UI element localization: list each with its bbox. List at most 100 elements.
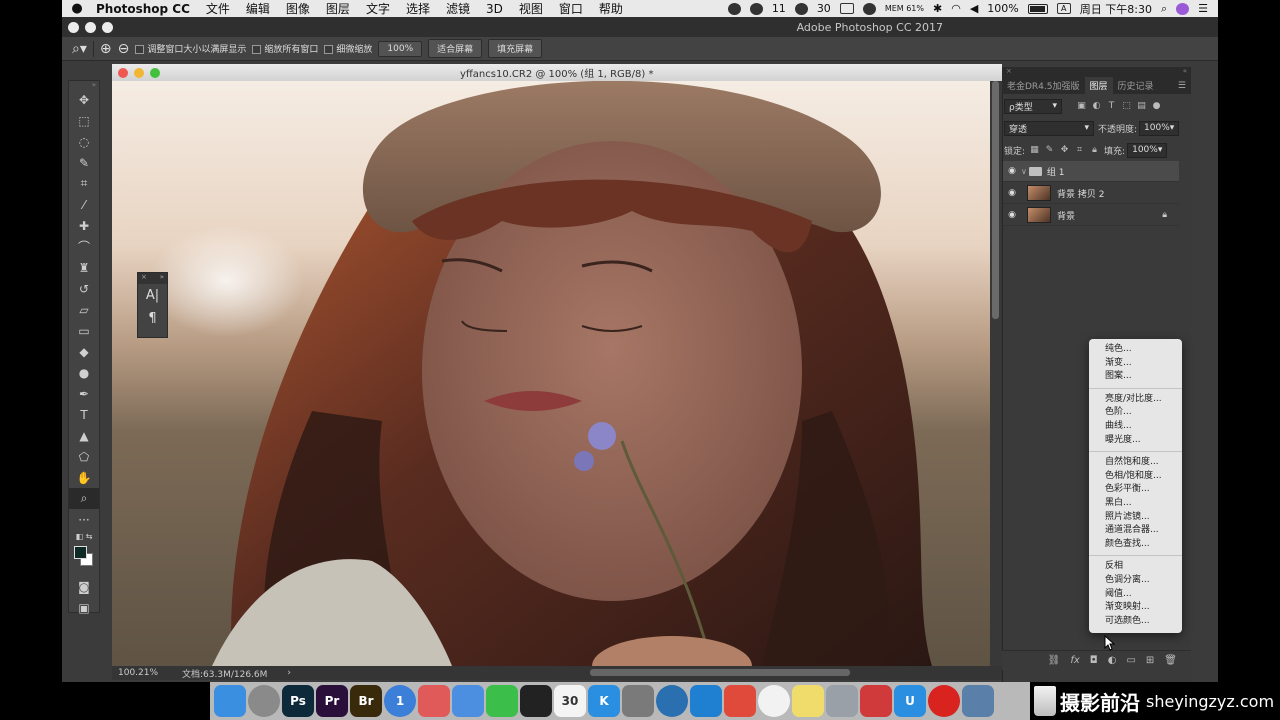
- menu-file[interactable]: 文件: [198, 0, 238, 17]
- history-brush-tool-icon[interactable]: ↺: [69, 278, 99, 299]
- more-tools-icon[interactable]: ···: [69, 509, 99, 530]
- brush-tool-icon[interactable]: ⌒: [69, 236, 99, 257]
- lock-all-icon[interactable]: 🔒︎: [1089, 145, 1100, 156]
- menu-item-color-lookup[interactable]: 颜色查找...: [1089, 538, 1182, 552]
- quick-select-tool-icon[interactable]: ✎: [69, 152, 99, 173]
- premiere-icon[interactable]: Pr: [316, 685, 348, 717]
- panel-menu-icon[interactable]: ☰: [1178, 77, 1191, 94]
- toolbar-collapse-icon[interactable]: »: [69, 81, 99, 89]
- fit-screen-button[interactable]: 适合屏幕: [428, 39, 483, 58]
- menu-item-selective-color[interactable]: 可选颜色...: [1089, 615, 1182, 629]
- menu-app-name[interactable]: Photoshop CC: [92, 2, 198, 16]
- zoom-out-icon[interactable]: ⊖: [118, 41, 130, 57]
- battery-icon[interactable]: [1027, 3, 1048, 14]
- baidu-icon[interactable]: [452, 685, 484, 717]
- mindnode-icon[interactable]: [690, 685, 722, 717]
- visibility-eye-icon[interactable]: ◉: [1003, 166, 1021, 176]
- layer-name[interactable]: 组 1: [1047, 165, 1065, 178]
- kugou-icon[interactable]: K: [588, 685, 620, 717]
- menu-image[interactable]: 图像: [278, 0, 318, 17]
- new-group-icon[interactable]: ▭: [1126, 655, 1135, 666]
- menu-item-pattern[interactable]: 图案...: [1089, 370, 1182, 384]
- menu-item-threshold[interactable]: 阈值...: [1089, 588, 1182, 602]
- menu-3d[interactable]: 3D: [478, 2, 511, 16]
- tray-cpu-mem[interactable]: MEM 61%: [885, 4, 924, 13]
- tray-app-icon[interactable]: [727, 2, 741, 15]
- gradient-tool-icon[interactable]: ▭: [69, 320, 99, 341]
- calendar-icon[interactable]: 30: [554, 685, 586, 717]
- finder-icon[interactable]: [214, 685, 246, 717]
- doc-close-button[interactable]: [118, 67, 128, 78]
- panel-dock-collapse-icon[interactable]: «: [1183, 67, 1187, 77]
- blur-tool-icon[interactable]: ◆: [69, 341, 99, 362]
- notes-icon[interactable]: [792, 685, 824, 717]
- group-expand-chevron-icon[interactable]: ∨: [1021, 167, 1027, 176]
- opacity-field[interactable]: 100% ▾: [1139, 120, 1180, 136]
- menu-item-photo-filter[interactable]: 照片滤镜...: [1089, 511, 1182, 525]
- filter-type-icon[interactable]: T: [1106, 101, 1117, 112]
- system-prefs-icon[interactable]: [622, 685, 654, 717]
- layer-filter-kind[interactable]: ρ类型 ▾: [1004, 98, 1062, 114]
- filter-smart-object-icon[interactable]: ▤: [1136, 101, 1147, 112]
- zoom-all-windows-option[interactable]: 缩放所有窗口: [252, 42, 318, 55]
- menu-select[interactable]: 选择: [398, 0, 438, 17]
- netease-music-icon[interactable]: [928, 685, 960, 717]
- menu-item-brightness-contrast[interactable]: 亮度/对比度...: [1089, 393, 1182, 407]
- scrubby-zoom-checkbox[interactable]: [324, 44, 334, 54]
- path-select-tool-icon[interactable]: ▲: [69, 425, 99, 446]
- app-zoom-button[interactable]: [102, 21, 113, 33]
- hand-tool-icon[interactable]: ✋: [69, 467, 99, 488]
- siri-icon[interactable]: [1176, 2, 1190, 15]
- launchpad-icon[interactable]: [248, 685, 280, 717]
- menu-item-black-white[interactable]: 黑白...: [1089, 497, 1182, 511]
- zoom-tool-preset-icon[interactable]: ⌕▾: [72, 41, 87, 57]
- wechat-icon[interactable]: [486, 685, 518, 717]
- mail-icon[interactable]: [724, 685, 756, 717]
- tab-dr45[interactable]: 老金DR4.5加强版: [1002, 77, 1085, 94]
- menu-window[interactable]: 窗口: [551, 0, 591, 17]
- menu-item-solid-color[interactable]: 纯色...: [1089, 343, 1182, 357]
- filter-pixel-icon[interactable]: ▣: [1076, 101, 1087, 112]
- dodge-tool-icon[interactable]: ●: [69, 362, 99, 383]
- menu-filter[interactable]: 滤镜: [438, 0, 478, 17]
- menu-layer[interactable]: 图层: [318, 0, 358, 17]
- marquee-tool-icon[interactable]: ⬚: [69, 110, 99, 131]
- utilities-icon[interactable]: [826, 685, 858, 717]
- volume-icon[interactable]: ◀: [970, 2, 978, 15]
- lock-pixels-icon[interactable]: ✎: [1044, 145, 1055, 156]
- zoom-percent[interactable]: 100.21%: [112, 668, 182, 678]
- new-adjustment-layer-icon[interactable]: ◐: [1108, 655, 1117, 666]
- menu-item-curves[interactable]: 曲线...: [1089, 420, 1182, 434]
- onepassword-icon[interactable]: 1: [384, 685, 416, 717]
- layer-name[interactable]: 背景: [1057, 209, 1075, 222]
- chrome-icon[interactable]: [758, 685, 790, 717]
- image-canvas[interactable]: [112, 81, 990, 666]
- input-method-icon[interactable]: A: [1056, 3, 1071, 14]
- fill-screen-button[interactable]: 填充屏幕: [488, 39, 543, 58]
- add-mask-icon[interactable]: ◘: [1090, 655, 1098, 666]
- document-vertical-scroll-thumb[interactable]: [992, 81, 999, 319]
- zoom-value-field[interactable]: 100%: [378, 40, 423, 57]
- resize-windows-option[interactable]: 调整窗口大小以满屏显示: [135, 42, 246, 55]
- tray-square-icon[interactable]: [839, 3, 854, 14]
- fill-field[interactable]: 100% ▾: [1127, 142, 1168, 158]
- tray-badge-count[interactable]: 11: [772, 2, 786, 15]
- paragraph-panel-icon[interactable]: ¶: [138, 307, 167, 330]
- character-panel-icon[interactable]: A|: [138, 284, 167, 307]
- app-minimize-button[interactable]: [85, 21, 96, 33]
- quicktime-icon[interactable]: [656, 685, 688, 717]
- menu-item-vibrance[interactable]: 自然饱和度...: [1089, 456, 1182, 470]
- tab-layers[interactable]: 图层: [1084, 77, 1113, 94]
- menu-edit[interactable]: 编辑: [238, 0, 278, 17]
- layer-row-background-copy[interactable]: ◉ 背景 拷贝 2: [1003, 183, 1179, 204]
- clone-stamp-tool-icon[interactable]: ♜: [69, 257, 99, 278]
- screen-recorder-icon[interactable]: [860, 685, 892, 717]
- spotlight-icon[interactable]: ⌕: [1161, 2, 1167, 16]
- notification-center-icon[interactable]: ☰: [1198, 2, 1208, 15]
- mini-panel-expand-icon[interactable]: »: [160, 273, 164, 284]
- doc-minimize-button[interactable]: [134, 67, 144, 78]
- visibility-eye-icon[interactable]: ◉: [1003, 210, 1021, 220]
- eyedropper-tool-icon[interactable]: ⁄: [69, 194, 99, 215]
- menu-item-posterize[interactable]: 色调分离...: [1089, 574, 1182, 588]
- move-tool-icon[interactable]: ✥: [69, 89, 99, 110]
